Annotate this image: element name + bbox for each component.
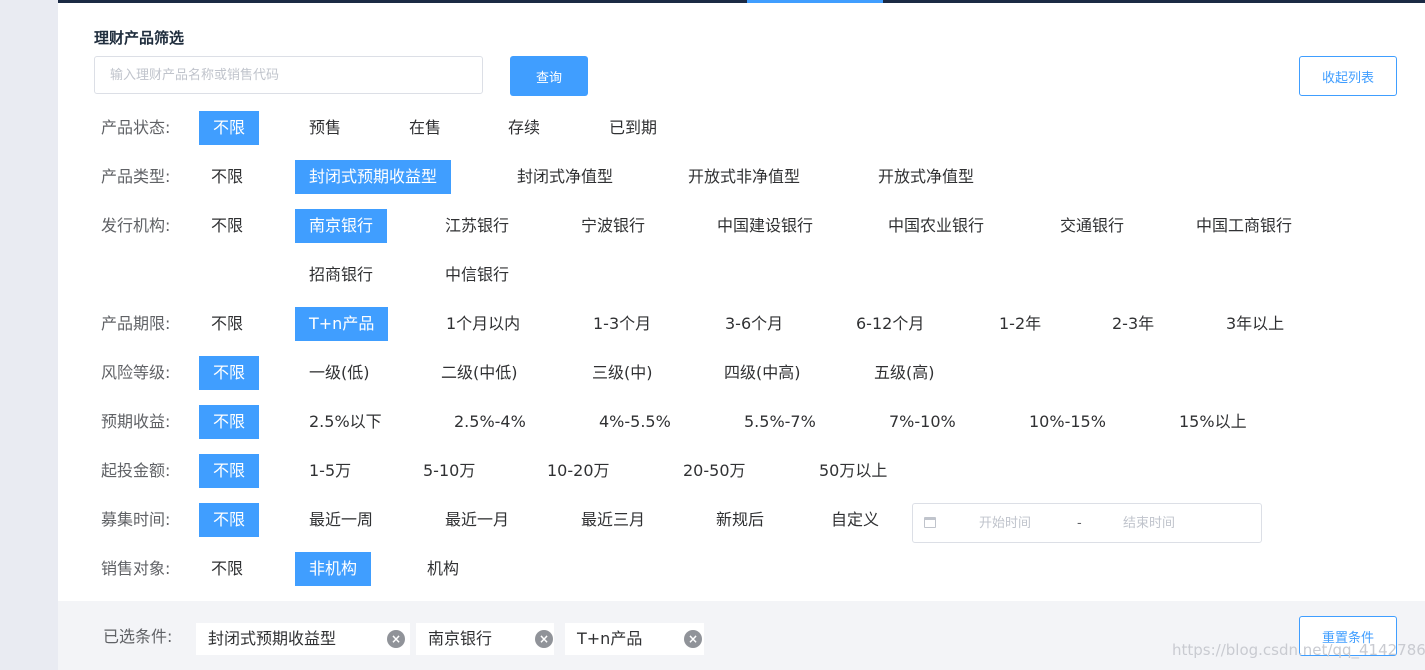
end-date-input[interactable]: 结束时间	[1123, 514, 1175, 534]
issuer-option[interactable]: 中国工商银行	[1182, 209, 1306, 243]
filter-label-status: 产品状态:	[101, 118, 171, 137]
issuer-option[interactable]: 中国建设银行	[703, 209, 827, 243]
risk-option[interactable]: 三级(中)	[578, 356, 667, 390]
condition-chip-label: 封闭式预期收益型	[208, 629, 337, 648]
condition-chip: 南京银行 ×	[416, 623, 554, 655]
query-button[interactable]: 查询	[510, 56, 588, 96]
yield-option[interactable]: 10%-15%	[1015, 405, 1120, 439]
raise-time-option[interactable]: 最近三月	[567, 503, 659, 537]
close-circle-icon[interactable]: ×	[535, 630, 553, 648]
status-option[interactable]: 在售	[395, 111, 455, 145]
raise-time-option[interactable]: 不限	[199, 503, 260, 537]
term-option[interactable]: 3年以上	[1212, 307, 1298, 341]
selected-conditions-label: 已选条件:	[103, 627, 173, 646]
filter-label-min-amount: 起投金额:	[101, 461, 171, 480]
min-amount-option[interactable]: 不限	[199, 454, 260, 488]
date-range-picker[interactable]: 开始时间 - 结束时间	[912, 503, 1262, 543]
yield-option[interactable]: 不限	[199, 405, 260, 439]
filter-label-term: 产品期限:	[101, 314, 171, 333]
issuer-option[interactable]: 南京银行	[295, 209, 388, 243]
status-option[interactable]: 存续	[494, 111, 554, 145]
term-option[interactable]: 1-3个月	[579, 307, 665, 341]
type-option[interactable]: 封闭式净值型	[503, 160, 627, 194]
type-option[interactable]: 开放式净值型	[864, 160, 988, 194]
issuer-option[interactable]: 中国农业银行	[874, 209, 998, 243]
term-option[interactable]: 1-2年	[985, 307, 1055, 341]
yield-option[interactable]: 2.5%-4%	[440, 405, 540, 439]
filter-label-raise-time: 募集时间:	[101, 510, 171, 529]
term-option[interactable]: 2-3年	[1098, 307, 1168, 341]
page-title: 理财产品筛选	[94, 29, 185, 47]
raise-time-option[interactable]: 最近一周	[295, 503, 387, 537]
status-option[interactable]: 预售	[295, 111, 355, 145]
start-date-input[interactable]: 开始时间	[979, 514, 1031, 534]
raise-time-option[interactable]: 新规后	[702, 503, 778, 537]
close-circle-icon[interactable]: ×	[684, 630, 702, 648]
min-amount-option[interactable]: 5-10万	[409, 454, 489, 488]
risk-option[interactable]: 四级(中高)	[710, 356, 815, 390]
type-option[interactable]: 开放式非净值型	[674, 160, 814, 194]
term-option[interactable]: 6-12个月	[842, 307, 938, 341]
risk-option[interactable]: 一级(低)	[295, 356, 384, 390]
watermark: https://blog.csdn.net/qq_41427864	[1172, 641, 1425, 659]
raise-time-option[interactable]: 最近一月	[431, 503, 523, 537]
date-range-separator: -	[1077, 516, 1082, 531]
risk-option[interactable]: 二级(中低)	[427, 356, 532, 390]
status-option[interactable]: 不限	[199, 111, 260, 145]
yield-option[interactable]: 7%-10%	[875, 405, 970, 439]
filter-label-issuer: 发行机构:	[101, 216, 171, 235]
type-option[interactable]: 不限	[197, 160, 257, 194]
min-amount-option[interactable]: 20-50万	[669, 454, 760, 488]
issuer-option[interactable]: 宁波银行	[567, 209, 659, 243]
close-circle-icon[interactable]: ×	[387, 630, 405, 648]
yield-option[interactable]: 15%以上	[1165, 405, 1261, 439]
calendar-icon	[924, 517, 936, 528]
issuer-option[interactable]: 交通银行	[1046, 209, 1138, 243]
collapse-list-button[interactable]: 收起列表	[1299, 56, 1397, 96]
term-option[interactable]: T+n产品	[295, 307, 389, 341]
yield-option[interactable]: 5.5%-7%	[730, 405, 830, 439]
search-input[interactable]	[94, 56, 483, 94]
min-amount-option[interactable]: 10-20万	[533, 454, 624, 488]
term-option[interactable]: 3-6个月	[711, 307, 797, 341]
status-option[interactable]: 已到期	[595, 111, 671, 145]
filter-label-type: 产品类型:	[101, 167, 171, 186]
sales-target-option[interactable]: 非机构	[295, 552, 372, 586]
filter-label-yield: 预期收益:	[101, 412, 171, 431]
type-option[interactable]: 封闭式预期收益型	[295, 160, 452, 194]
risk-option[interactable]: 五级(高)	[860, 356, 949, 390]
filter-label-sales-target: 销售对象:	[101, 559, 171, 578]
risk-option[interactable]: 不限	[199, 356, 260, 390]
top-nav-active-indicator	[747, 0, 883, 3]
issuer-option[interactable]: 不限	[197, 209, 257, 243]
condition-chip-label: T+n产品	[577, 629, 643, 648]
condition-chip-label: 南京银行	[428, 629, 493, 648]
issuer-option[interactable]: 江苏银行	[431, 209, 523, 243]
min-amount-option[interactable]: 1-5万	[295, 454, 365, 488]
left-sidebar	[0, 0, 58, 670]
condition-chip: T+n产品 ×	[565, 623, 704, 655]
term-option[interactable]: 不限	[197, 307, 257, 341]
filter-label-risk: 风险等级:	[101, 363, 171, 382]
issuer-option[interactable]: 中信银行	[431, 258, 523, 292]
top-nav-bar	[0, 0, 1425, 3]
yield-option[interactable]: 4%-5.5%	[585, 405, 685, 439]
issuer-option[interactable]: 招商银行	[295, 258, 387, 292]
raise-time-option[interactable]: 自定义	[817, 503, 893, 537]
sales-target-option[interactable]: 机构	[413, 552, 473, 586]
yield-option[interactable]: 2.5%以下	[295, 405, 396, 439]
sales-target-option[interactable]: 不限	[197, 552, 257, 586]
condition-chip: 封闭式预期收益型 ×	[196, 623, 410, 655]
min-amount-option[interactable]: 50万以上	[805, 454, 901, 488]
term-option[interactable]: 1个月以内	[432, 307, 534, 341]
